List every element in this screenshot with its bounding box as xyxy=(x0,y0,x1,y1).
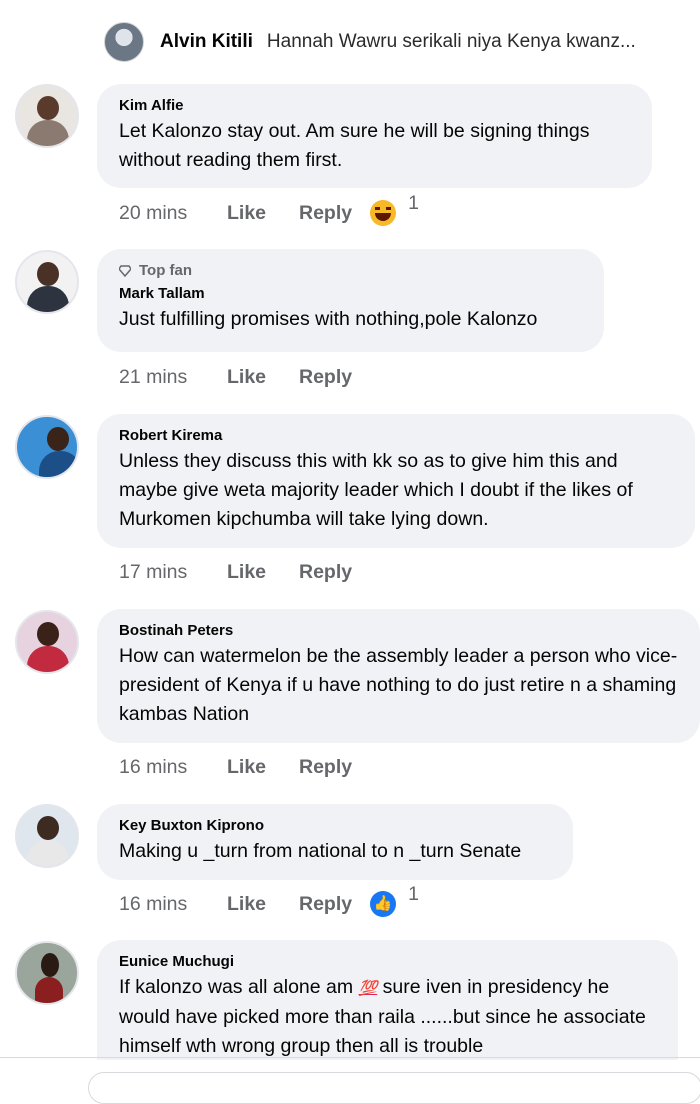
like-button[interactable]: Like xyxy=(227,366,299,389)
comment-text: Unless they discuss this with kk so as t… xyxy=(119,450,633,530)
avatar[interactable] xyxy=(15,941,79,1005)
reply-button[interactable]: Reply xyxy=(299,893,352,916)
comment-author[interactable]: Mark Tallam xyxy=(119,285,582,303)
reaction-count: 1 xyxy=(408,883,419,905)
like-button[interactable]: Like xyxy=(227,756,299,779)
reaction-summary[interactable]: 1 xyxy=(370,192,419,226)
like-reaction-icon: 👍 xyxy=(370,891,397,917)
comment-author[interactable]: Kim Alfie xyxy=(119,97,630,115)
comment-actions: 17 mins Like Reply xyxy=(119,557,352,587)
badge-label: Top fan xyxy=(139,262,193,279)
comment-bubble: Eunice Muchugi If kalonzo was all alone … xyxy=(97,940,678,1060)
reply-button[interactable]: Reply xyxy=(299,366,352,389)
comment-actions: 21 mins Like Reply xyxy=(119,362,352,392)
reply-author-name[interactable]: Alvin Kitili xyxy=(160,31,253,53)
reply-button[interactable]: Reply xyxy=(299,561,352,584)
comment-text: If kalonzo was all alone am 💯 sure iven … xyxy=(119,973,656,1060)
comment-text-part: If kalonzo was all alone am xyxy=(119,976,359,998)
comment-author[interactable]: Robert Kirema xyxy=(119,427,673,445)
comment-actions: 20 mins Like Reply 1 xyxy=(119,192,419,228)
comment-bubble: Bostinah Peters How can watermelon be th… xyxy=(97,609,700,743)
haha-emoji-icon xyxy=(370,200,397,226)
reply-button[interactable]: Reply xyxy=(299,756,352,779)
avatar[interactable] xyxy=(15,610,79,674)
comment-bubble: Kim Alfie Let Kalonzo stay out. Am sure … xyxy=(97,84,652,188)
comment-author[interactable]: Bostinah Peters xyxy=(119,622,678,640)
comment-time[interactable]: 17 mins xyxy=(119,561,227,584)
comment-author[interactable]: Eunice Muchugi xyxy=(119,953,656,971)
like-button[interactable]: Like xyxy=(227,893,299,916)
reply-preview[interactable]: Alvin Kitili Hannah Wawru serikali niya … xyxy=(104,22,700,62)
comment-text: Making u _turn from national to n _turn … xyxy=(119,840,522,862)
comment-time[interactable]: 20 mins xyxy=(119,202,227,225)
comment-bubble: Key Buxton Kiprono Making u _turn from n… xyxy=(97,804,573,880)
comment-input-box[interactable] xyxy=(88,1072,700,1104)
comment-text: Just fulfilling promises with nothing,po… xyxy=(119,308,538,330)
comment-bubble: Robert Kirema Unless they discuss this w… xyxy=(97,414,695,548)
avatar[interactable] xyxy=(15,415,79,479)
reaction-summary[interactable]: 👍 1 xyxy=(370,883,419,917)
avatar[interactable] xyxy=(15,250,79,314)
hundred-emoji-icon: 💯 xyxy=(358,980,378,997)
comment-time[interactable]: 16 mins xyxy=(119,756,227,779)
avatar[interactable] xyxy=(15,84,79,148)
avatar[interactable] xyxy=(15,804,79,868)
diamond-icon xyxy=(119,264,131,277)
reply-preview-text: Hannah Wawru serikali niya Kenya kwanz..… xyxy=(266,31,636,52)
comment-time[interactable]: 16 mins xyxy=(119,893,227,916)
comment-text: Let Kalonzo stay out. Am sure he will be… xyxy=(119,120,590,171)
avatar xyxy=(104,22,144,62)
comment-actions: 16 mins Like Reply 👍 1 xyxy=(119,883,419,919)
comment-author[interactable]: Key Buxton Kiprono xyxy=(119,817,551,835)
comment-text: How can watermelon be the assembly leade… xyxy=(119,645,678,725)
comment-bubble: Top fan Mark Tallam Just fulfilling prom… xyxy=(97,249,604,352)
reply-button[interactable]: Reply xyxy=(299,202,352,225)
like-button[interactable]: Like xyxy=(227,202,299,225)
comment-actions: 16 mins Like Reply xyxy=(119,752,352,782)
comment-time[interactable]: 21 mins xyxy=(119,366,227,389)
like-button[interactable]: Like xyxy=(227,561,299,584)
top-fan-badge: Top fan xyxy=(119,262,582,279)
reaction-count: 1 xyxy=(408,192,419,214)
divider xyxy=(0,1057,700,1058)
